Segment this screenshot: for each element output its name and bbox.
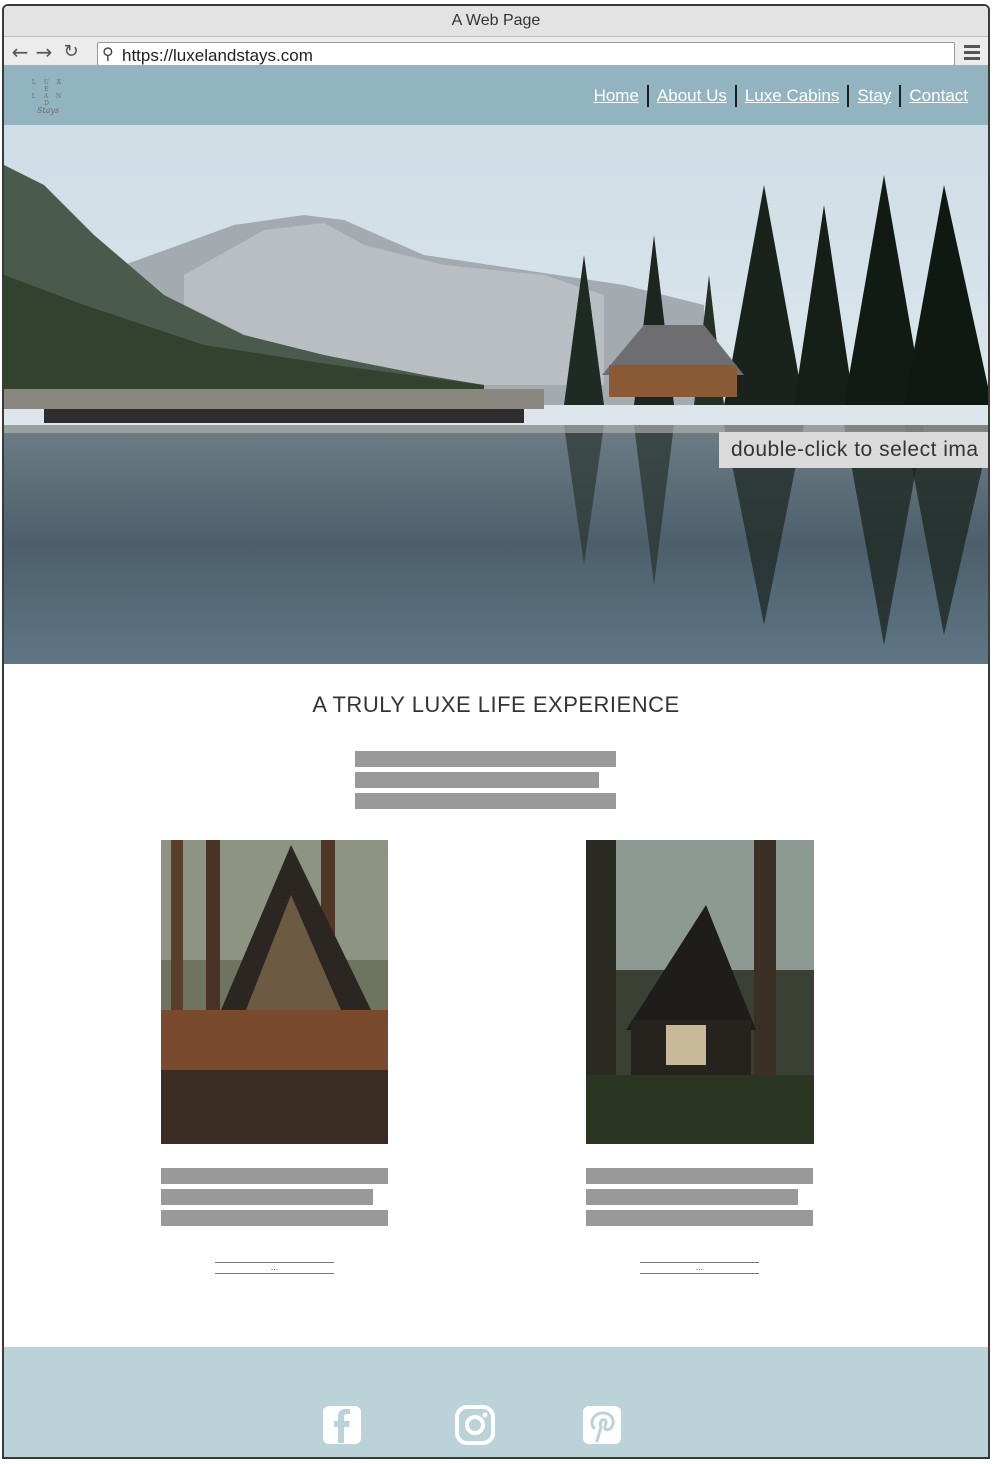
browser-window: A Web Page ← → ↻ ⚲ https://luxelandstays… — [2, 4, 990, 1459]
more-button[interactable]: ... — [640, 1262, 759, 1274]
pinterest-icon[interactable] — [582, 1405, 622, 1445]
main-nav: Home About Us Luxe Cabins Stay Contact — [586, 85, 976, 107]
text-placeholder — [586, 1189, 798, 1205]
dark-a-frame-cabin-night-photo — [586, 840, 814, 1144]
nav-stay[interactable]: Stay — [849, 86, 899, 106]
instagram-icon[interactable] — [455, 1405, 495, 1445]
arrow-right-icon[interactable]: → — [34, 42, 54, 62]
site-header: L U X E L A N D Stays Home About Us Luxe… — [4, 65, 988, 125]
arrow-left-icon[interactable]: ← — [10, 42, 30, 62]
text-placeholder — [586, 1168, 813, 1184]
site-logo[interactable]: L U X E L A N D Stays — [26, 79, 70, 115]
text-placeholder — [355, 751, 616, 767]
more-button[interactable]: ... — [215, 1262, 334, 1274]
hero-image[interactable]: double-click to select ima — [4, 125, 988, 664]
text-placeholder — [161, 1189, 373, 1205]
browser-toolbar: ← → ↻ ⚲ https://luxelandstays.com — [4, 37, 988, 67]
cabin-image-1[interactable] — [161, 840, 388, 1144]
text-placeholder — [355, 793, 616, 809]
window-title: A Web Page — [4, 6, 988, 37]
logo-script: Stays — [36, 106, 60, 115]
nav-home[interactable]: Home — [586, 86, 647, 106]
nav-about-us[interactable]: About Us — [649, 86, 735, 106]
logo-line-1: L U X E — [31, 79, 65, 93]
a-frame-cabin-forest-photo — [161, 840, 388, 1144]
text-placeholder — [161, 1210, 388, 1226]
text-placeholder — [355, 772, 599, 788]
logo-line-2: L A N D — [31, 93, 65, 107]
nav-contact[interactable]: Contact — [901, 86, 976, 106]
cabin-image-2[interactable] — [586, 840, 814, 1144]
site-footer — [4, 1347, 988, 1457]
url-text: https://luxelandstays.com — [122, 46, 313, 65]
text-placeholder — [161, 1168, 388, 1184]
address-bar[interactable]: ⚲ https://luxelandstays.com — [97, 42, 955, 66]
text-placeholder — [586, 1210, 813, 1226]
nav-luxe-cabins[interactable]: Luxe Cabins — [737, 86, 848, 106]
reload-icon[interactable]: ↻ — [61, 42, 81, 62]
hamburger-menu-icon[interactable] — [964, 45, 980, 63]
select-image-hint: double-click to select ima — [719, 432, 988, 468]
mountain-lake-lodge-photo — [4, 125, 988, 664]
page-tagline: A TRULY LUXE LIFE EXPERIENCE — [312, 692, 680, 717]
facebook-icon[interactable] — [322, 1405, 362, 1445]
search-icon: ⚲ — [102, 46, 114, 63]
